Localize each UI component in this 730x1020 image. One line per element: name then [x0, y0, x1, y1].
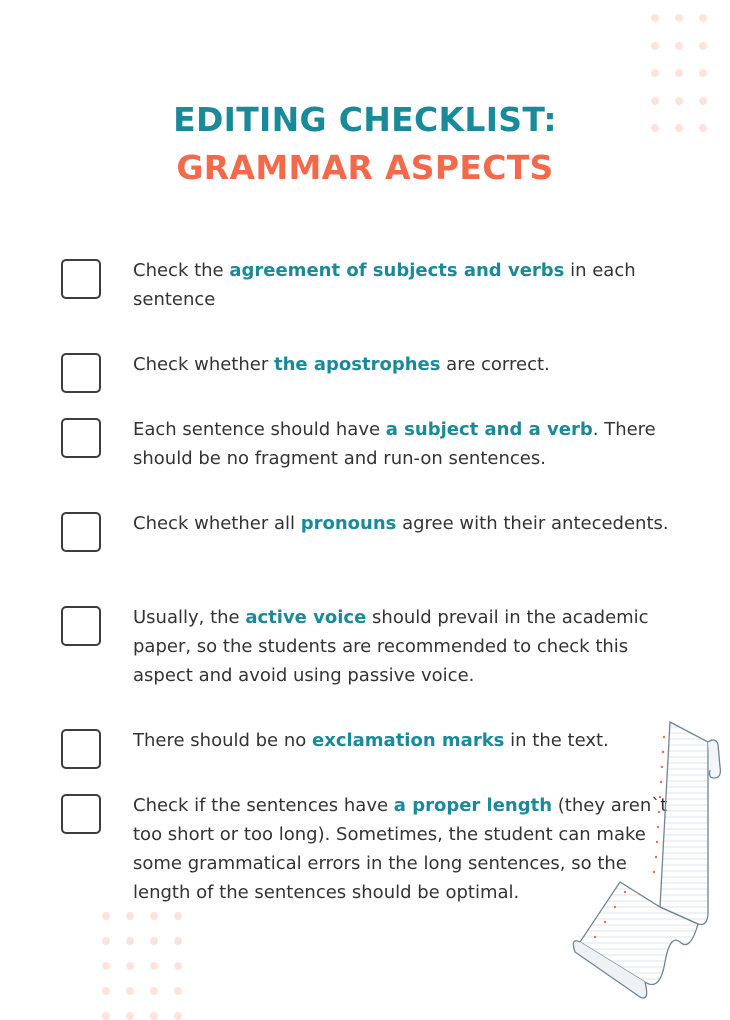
item-highlight: a subject and a verb [385, 419, 593, 440]
title-line-1: EDITING CHECKLIST: [173, 100, 557, 139]
decorative-dot-grid-bottom [102, 912, 182, 1020]
item-text: Check whether all pronouns agree with th… [133, 513, 669, 534]
item-highlight: agreement of subjects and verbs [229, 260, 565, 281]
checkbox[interactable] [61, 794, 101, 834]
item-highlight: active voice [245, 607, 367, 628]
decorative-dot-grid-top [651, 14, 707, 132]
checkbox[interactable] [61, 606, 101, 646]
checkbox[interactable] [61, 729, 101, 769]
checkbox[interactable] [61, 512, 101, 552]
item-highlight: a proper length [393, 795, 553, 816]
item-text: Each sentence should have a subject and … [133, 419, 656, 469]
item-text: Usually, the active voice should prevail… [133, 607, 649, 686]
item-highlight: the apostrophes [273, 354, 441, 375]
title-line-2: GRAMMAR ASPECTS [176, 148, 554, 187]
paper-scroll-illustration [572, 720, 722, 999]
checkbox[interactable] [61, 353, 101, 393]
checkbox[interactable] [61, 259, 101, 299]
checkbox[interactable] [61, 418, 101, 458]
item-text: Check the agreement of subjects and verb… [133, 260, 636, 310]
item-highlight: exclamation marks [312, 730, 505, 751]
item-highlight: pronouns [300, 513, 397, 534]
item-text: Check whether the apostrophes are correc… [133, 354, 550, 375]
